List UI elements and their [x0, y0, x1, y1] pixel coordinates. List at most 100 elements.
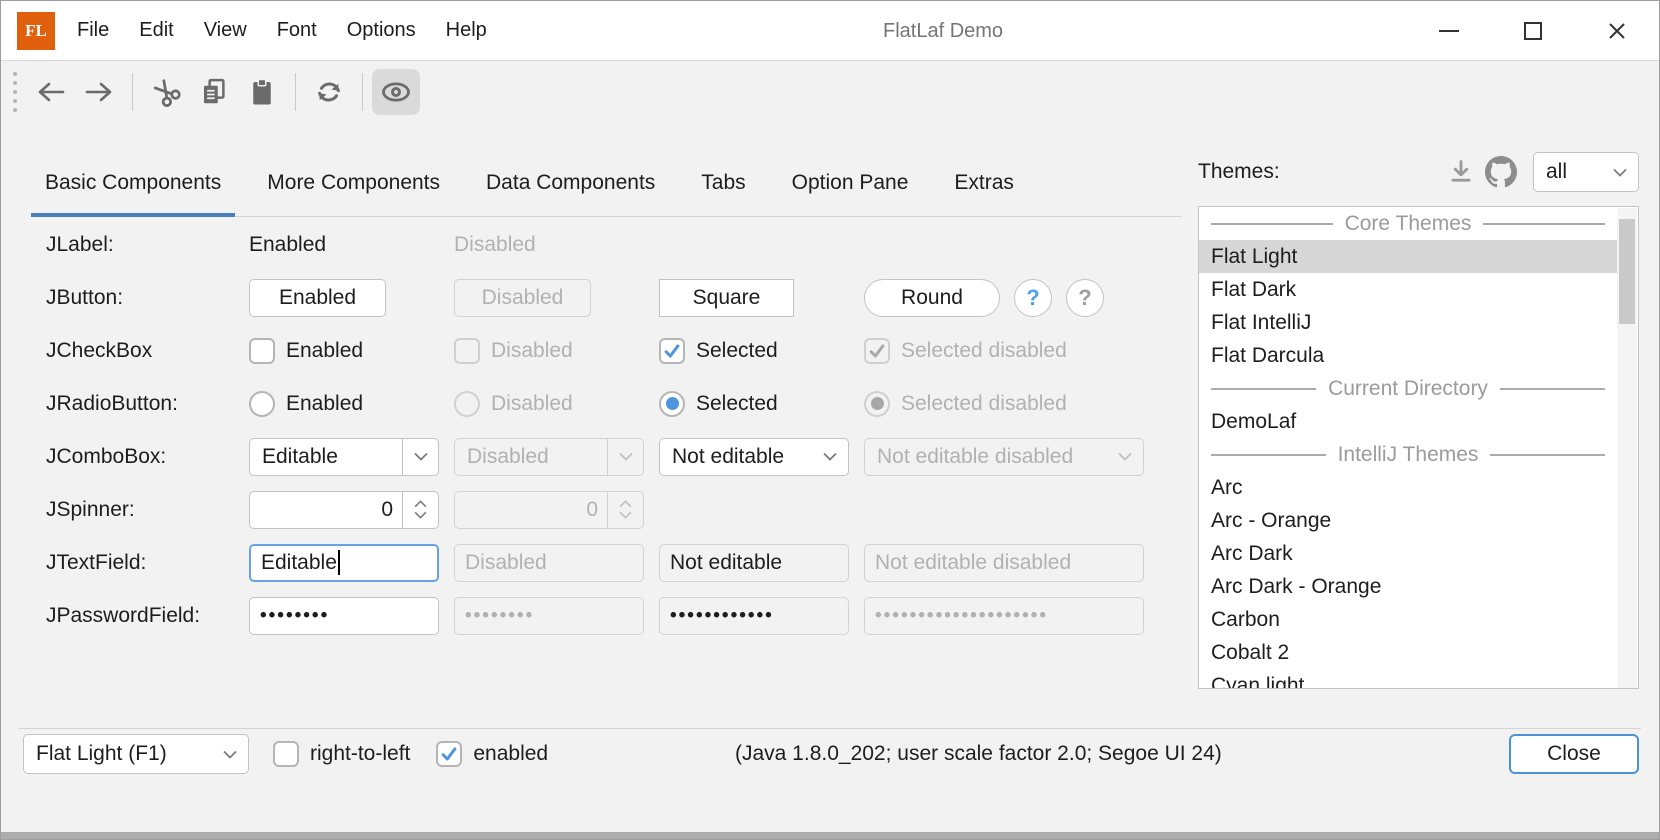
- lookandfeel-value: Flat Light (F1): [36, 742, 167, 766]
- menu-bar: File Edit View Font Options Help: [62, 1, 502, 61]
- themes-filter-value: all: [1546, 160, 1567, 184]
- theme-item-flat-dark[interactable]: Flat Dark: [1199, 273, 1617, 306]
- close-button[interactable]: Close: [1509, 734, 1639, 774]
- menu-font[interactable]: Font: [262, 1, 332, 61]
- jradiobutton-row-label: JRadioButton:: [46, 392, 249, 416]
- tab-tabs[interactable]: Tabs: [687, 149, 759, 216]
- help-button-disabled: ?: [1066, 279, 1104, 317]
- jlabel-disabled: Disabled: [454, 233, 659, 257]
- tab-more-components[interactable]: More Components: [253, 149, 454, 216]
- checkbox-checked-icon: [864, 338, 890, 364]
- chevron-down-icon[interactable]: [402, 439, 438, 475]
- back-arrow-icon: [36, 80, 66, 104]
- round-button[interactable]: Round: [864, 279, 1000, 317]
- refresh-button[interactable]: [305, 69, 353, 115]
- forward-button[interactable]: [75, 69, 123, 115]
- maximize-icon: [1524, 22, 1542, 40]
- menu-help[interactable]: Help: [431, 1, 502, 61]
- tab-data-components[interactable]: Data Components: [472, 149, 669, 216]
- theme-item-carbon[interactable]: Carbon: [1199, 603, 1617, 636]
- statusbar-separator: [19, 728, 1641, 729]
- checkbox-selected[interactable]: Selected: [659, 338, 864, 364]
- back-button[interactable]: [27, 69, 75, 115]
- app-logo: FL: [17, 12, 55, 50]
- combobox-editable[interactable]: Editable: [249, 438, 439, 476]
- radio-selected-icon: [864, 391, 890, 417]
- jpasswordfield-row-label: JPasswordField:: [46, 604, 249, 628]
- theme-group-separator: Current Directory: [1199, 372, 1617, 405]
- menu-file[interactable]: File: [62, 1, 124, 61]
- jbutton-row-label: JButton:: [46, 286, 249, 310]
- password-dots: ••••••••: [260, 605, 329, 627]
- passwordfield-not-editable[interactable]: ••••••••••••: [659, 597, 849, 635]
- theme-item-demolaf[interactable]: DemoLaf: [1199, 405, 1617, 438]
- close-window-button[interactable]: [1575, 1, 1659, 61]
- radio-selected-icon: [659, 391, 685, 417]
- radio-icon: [454, 391, 480, 417]
- forward-arrow-icon: [84, 80, 114, 104]
- show-toggle-button[interactable]: [372, 69, 420, 115]
- github-button[interactable]: [1481, 156, 1521, 188]
- textfield-not-editable[interactable]: Not editable: [659, 544, 849, 582]
- enabled-button[interactable]: Enabled: [249, 279, 386, 317]
- themes-header: Themes: all: [1198, 151, 1639, 193]
- chevron-down-icon: [619, 511, 632, 519]
- copy-button[interactable]: [190, 69, 238, 115]
- checkbox-label: Selected: [696, 339, 778, 363]
- theme-item-arc-dark[interactable]: Arc Dark: [1199, 537, 1617, 570]
- theme-item-flat-intellij[interactable]: Flat IntelliJ: [1199, 306, 1617, 339]
- theme-item-flat-darcula[interactable]: Flat Darcula: [1199, 339, 1617, 372]
- paste-button[interactable]: [238, 69, 286, 115]
- tab-option-pane[interactable]: Option Pane: [778, 149, 923, 216]
- radio-selected[interactable]: Selected: [659, 391, 864, 417]
- checkbox-icon: [273, 741, 299, 767]
- combobox-not-editable[interactable]: Not editable: [659, 438, 849, 476]
- checkbox-label: enabled: [473, 742, 548, 766]
- theme-item-flat-light[interactable]: Flat Light: [1199, 240, 1617, 273]
- password-dots: ••••••••••••••••••••: [875, 605, 1048, 627]
- refresh-icon: [314, 77, 344, 107]
- themes-scrollbar[interactable]: [1617, 208, 1637, 689]
- right-to-left-checkbox[interactable]: right-to-left: [273, 741, 410, 767]
- help-button[interactable]: ?: [1014, 279, 1052, 317]
- radio-enabled[interactable]: Enabled: [249, 391, 454, 417]
- spinner-arrows[interactable]: [402, 492, 438, 528]
- maximize-button[interactable]: [1491, 1, 1575, 61]
- jlabel-enabled: Enabled: [249, 233, 454, 257]
- spinner-enabled[interactable]: 0: [249, 491, 439, 529]
- github-icon: [1485, 156, 1517, 188]
- radio-icon: [249, 391, 275, 417]
- textfield-editable[interactable]: Editable: [249, 544, 439, 582]
- close-icon: [1607, 21, 1627, 41]
- minimize-icon: [1439, 30, 1459, 32]
- spinner-value: 0: [455, 498, 607, 522]
- tab-extras[interactable]: Extras: [940, 149, 1028, 216]
- theme-item-cobalt-2[interactable]: Cobalt 2: [1199, 636, 1617, 669]
- menu-view[interactable]: View: [189, 1, 262, 61]
- toolbar-grip-icon[interactable]: [13, 72, 17, 112]
- disabled-button: Disabled: [454, 279, 591, 317]
- checkbox-enabled[interactable]: Enabled: [249, 338, 454, 364]
- square-button[interactable]: Square: [659, 279, 794, 317]
- theme-item-arc[interactable]: Arc: [1199, 471, 1617, 504]
- lookandfeel-combobox[interactable]: Flat Light (F1): [23, 734, 249, 774]
- theme-item-arc-orange[interactable]: Arc - Orange: [1199, 504, 1617, 537]
- theme-group-separator: Core Themes: [1199, 207, 1617, 240]
- checkbox-checked-icon: [659, 338, 685, 364]
- theme-item-cyan-light[interactable]: Cyan light: [1199, 669, 1617, 689]
- spinner-value[interactable]: 0: [250, 498, 402, 522]
- tab-basic-components[interactable]: Basic Components: [31, 149, 235, 216]
- themes-filter-combobox[interactable]: all: [1533, 152, 1639, 192]
- scrollbar-thumb[interactable]: [1619, 219, 1635, 324]
- radio-label: Enabled: [286, 392, 363, 416]
- download-theme-button[interactable]: [1441, 158, 1481, 186]
- menu-options[interactable]: Options: [332, 1, 431, 61]
- theme-item-arc-dark-orange[interactable]: Arc Dark - Orange: [1199, 570, 1617, 603]
- chevron-down-icon: [1107, 439, 1143, 475]
- minimize-button[interactable]: [1407, 1, 1491, 61]
- enabled-checkbox[interactable]: enabled: [436, 741, 548, 767]
- jtextfield-row-label: JTextField:: [46, 551, 249, 575]
- cut-button[interactable]: [142, 69, 190, 115]
- menu-edit[interactable]: Edit: [124, 1, 188, 61]
- passwordfield-enabled[interactable]: ••••••••: [249, 597, 439, 635]
